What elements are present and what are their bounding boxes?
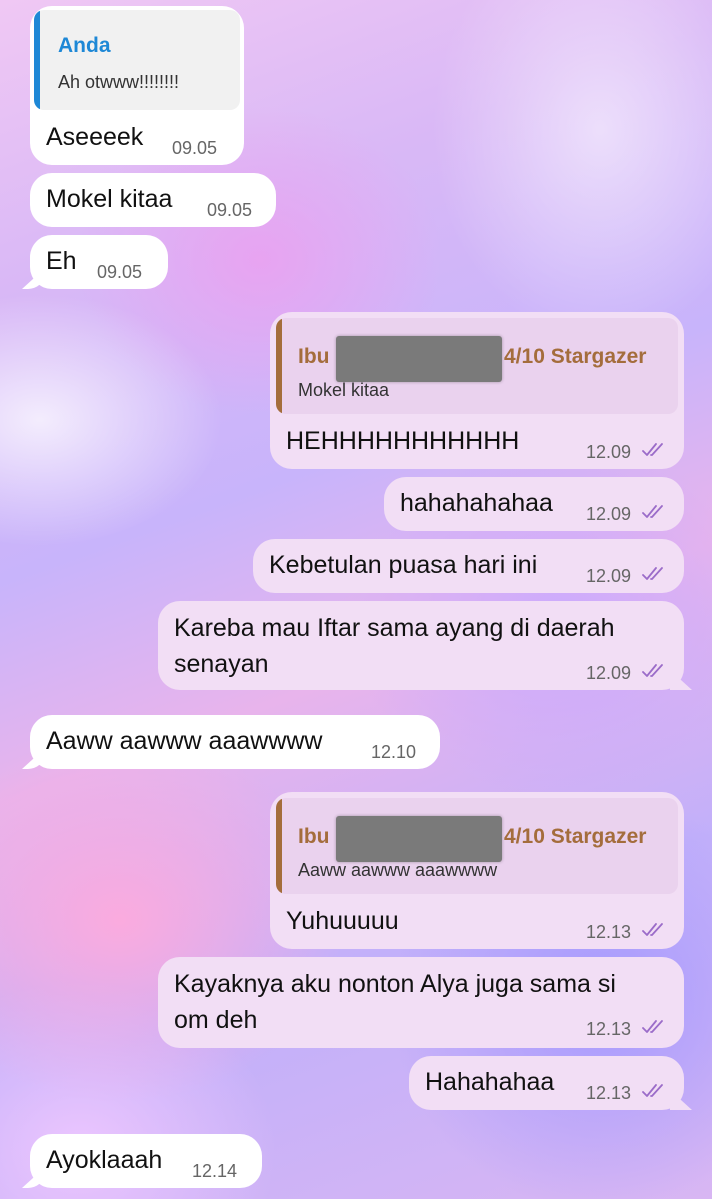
reply-quote[interactable]: Ibu 4/10 Stargazer Mokel kitaa	[276, 318, 678, 414]
message-bubble-incoming[interactable]: Ayoklaaah 12.14	[30, 1134, 262, 1188]
message-text-line-1: Kayaknya aku nonton Alya juga sama si	[174, 970, 616, 998]
redaction-box	[336, 336, 502, 382]
reply-author-suffix: 4/10 Stargazer	[504, 825, 647, 848]
message-text: Mokel kitaa	[46, 185, 173, 213]
message-time: 12.09	[586, 442, 632, 462]
read-receipt-icon	[642, 1019, 668, 1035]
message-text: HEHHHHHHHHHHH	[286, 427, 520, 455]
message-bubble-outgoing[interactable]: Ibu 4/10 Stargazer Mokel kitaa HEHHHHHHH…	[270, 312, 684, 469]
reply-quote[interactable]: Ibu 4/10 Stargazer Aaww aawww aaawwww	[276, 798, 678, 894]
message-text: Aaww aawww aaawwww	[46, 727, 323, 755]
message-time: 09.05	[172, 138, 218, 158]
reply-accent-bar	[276, 798, 282, 894]
message-time: 12.13	[586, 1019, 632, 1039]
redaction-box	[336, 816, 502, 862]
message-time: 12.09	[586, 566, 632, 586]
reply-accent-bar	[34, 10, 40, 110]
message-bubble-outgoing[interactable]: hahahahahaa 12.09	[384, 477, 684, 531]
message-text-line-1: Kareba mau Iftar sama ayang di daerah	[174, 614, 615, 642]
message-bubble-outgoing[interactable]: Hahahahaa 12.13	[409, 1056, 684, 1110]
read-receipt-icon	[642, 566, 668, 582]
message-text: Kebetulan puasa hari ini	[269, 551, 538, 579]
read-receipt-icon	[642, 442, 668, 458]
reply-text: Ah otwww!!!!!!!!	[58, 72, 180, 92]
reply-accent-bar	[276, 318, 282, 414]
message-text: Yuhuuuuu	[286, 907, 399, 935]
message-text: hahahahahaa	[400, 489, 553, 517]
message-text: Aseeeek	[46, 123, 144, 151]
message-text-line-2: om deh	[174, 1006, 258, 1034]
reply-text: Aaww aawww aaawwww	[298, 860, 498, 880]
reply-author-prefix: Ibu	[298, 825, 330, 848]
chat-thread[interactable]: Anda Ah otwww!!!!!!!! Aseeeek 09.05 Moke…	[0, 0, 712, 1199]
read-receipt-icon	[642, 663, 668, 679]
message-time: 12.14	[192, 1161, 238, 1181]
message-bubble-outgoing[interactable]: Kareba mau Iftar sama ayang di daerah se…	[158, 601, 684, 690]
read-receipt-icon	[642, 922, 668, 938]
message-time: 12.09	[586, 504, 632, 524]
message-text: Hahahahaa	[425, 1068, 555, 1096]
read-receipt-icon	[642, 504, 668, 520]
message-time: 12.10	[371, 742, 417, 762]
reply-author: Anda	[58, 34, 111, 57]
message-text: Eh	[46, 247, 77, 275]
message-time: 12.09	[586, 663, 632, 683]
message-time: 09.05	[207, 200, 253, 220]
message-bubble-incoming[interactable]: Mokel kitaa 09.05	[30, 173, 276, 227]
read-receipt-icon	[642, 1083, 668, 1099]
reply-text: Mokel kitaa	[298, 380, 390, 400]
reply-quote[interactable]: Anda Ah otwww!!!!!!!!	[34, 10, 240, 110]
message-bubble-outgoing[interactable]: Ibu 4/10 Stargazer Aaww aawww aaawwww Yu…	[270, 792, 684, 949]
message-time: 12.13	[586, 922, 632, 942]
message-text-line-2: senayan	[174, 650, 269, 678]
message-bubble-incoming[interactable]: Eh 09.05	[30, 235, 168, 289]
message-bubble-incoming[interactable]: Anda Ah otwww!!!!!!!! Aseeeek 09.05	[30, 6, 244, 165]
message-bubble-outgoing[interactable]: Kayaknya aku nonton Alya juga sama si om…	[158, 957, 684, 1048]
message-time: 09.05	[97, 262, 143, 282]
message-time: 12.13	[586, 1083, 632, 1103]
message-bubble-outgoing[interactable]: Kebetulan puasa hari ini 12.09	[253, 539, 684, 593]
message-bubble-incoming[interactable]: Aaww aawww aaawwww 12.10	[30, 715, 440, 769]
reply-author-prefix: Ibu	[298, 345, 330, 368]
message-text: Ayoklaaah	[46, 1146, 163, 1174]
reply-author-suffix: 4/10 Stargazer	[504, 345, 647, 368]
